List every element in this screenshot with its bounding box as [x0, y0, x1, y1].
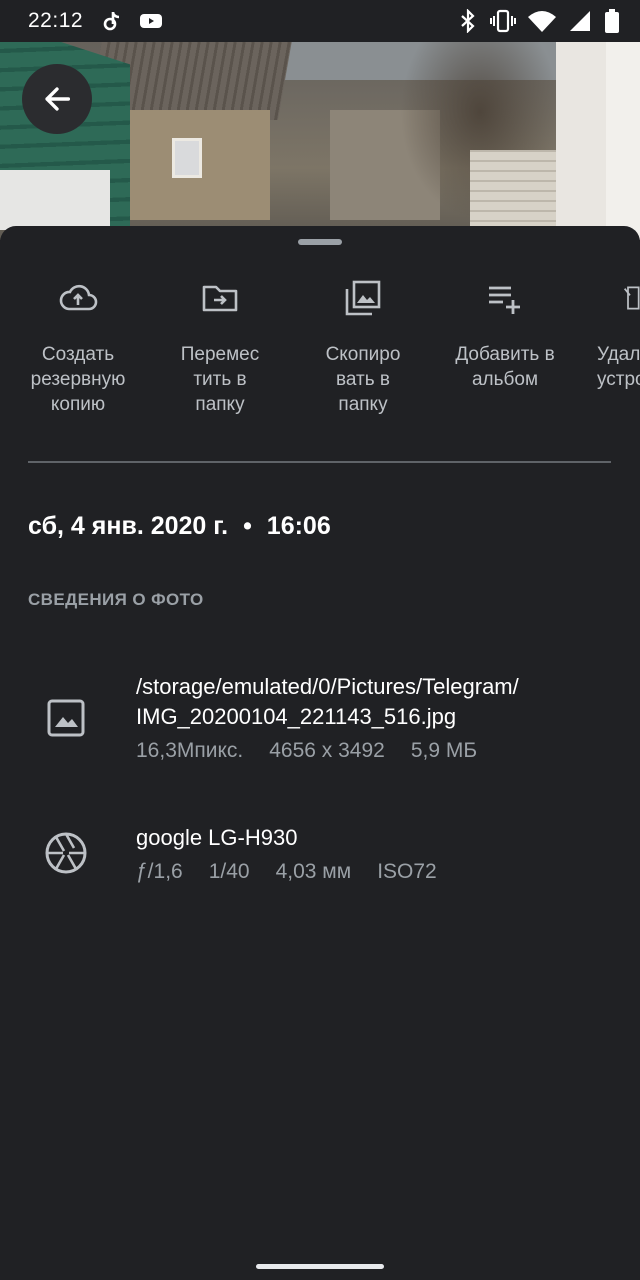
photo-details-heading: СВЕДЕНИЯ О ФОТО: [28, 590, 204, 609]
file-size: 5,9 МБ: [410, 739, 478, 762]
divider: [28, 461, 611, 463]
gesture-nav-bar[interactable]: [256, 1264, 384, 1269]
playlist-add-icon: [489, 286, 520, 314]
tiktok-icon: [103, 11, 120, 31]
copy-to-folder-button[interactable]: Скопиро вать в папку: [298, 266, 428, 417]
add-to-album-button[interactable]: Добавить в альбом: [440, 266, 570, 392]
bluetooth-icon: [461, 9, 475, 33]
cloud-upload-icon: [59, 284, 98, 311]
arrow-back-icon: [45, 87, 71, 111]
actions-row: Создать резервную копию Перемес тить в п…: [0, 266, 640, 436]
move-to-folder-button[interactable]: Перемес тить в папку: [155, 266, 285, 417]
backup-label: Создать резервную копию: [30, 344, 126, 415]
photo-copy-icon: [345, 280, 381, 316]
album-label: Добавить в альбом: [455, 344, 555, 390]
copy-label: Скопиро вать в папку: [325, 344, 401, 415]
camera-aperture: ƒ/1,6: [136, 860, 183, 883]
photo-time: 16:06: [266, 512, 331, 540]
photo-datetime: сб, 4 янв. 2020 г. • 16:06: [28, 512, 331, 541]
camera-shutter: 1/40: [208, 860, 250, 883]
status-time: 22:12: [28, 9, 84, 32]
camera-info-row[interactable]: google LG-H930 ƒ/1,6 1/40 4,03 мм ISO72: [0, 823, 640, 893]
image-icon: [47, 699, 85, 737]
vibrate-icon: [490, 9, 516, 33]
battery-icon: [605, 9, 619, 33]
camera-focal-length: 4,03 мм: [275, 860, 352, 883]
datetime-separator: •: [243, 512, 252, 540]
photo-date: сб, 4 янв. 2020 г.: [28, 512, 229, 540]
backup-button[interactable]: Создать резервную копию: [13, 266, 143, 417]
move-label: Перемес тить в папку: [180, 344, 260, 415]
camera-iso: ISO72: [377, 860, 437, 883]
file-path: /storage/emulated/0/Pictures/Telegram/: [136, 674, 519, 699]
phone-delete-icon: [624, 286, 640, 310]
youtube-icon: [140, 14, 163, 28]
file-megapixels: 16,3Мпикс.: [136, 739, 244, 762]
folder-move-icon: [202, 285, 238, 312]
info-sheet: Создать резервную копию Перемес тить в п…: [0, 226, 640, 1280]
camera-model: google LG-H930: [136, 825, 298, 850]
aperture-icon: [45, 832, 87, 874]
file-name: IMG_20200104_221143_516.jpg: [136, 704, 457, 729]
status-bar: 22:12: [0, 0, 640, 42]
drag-handle[interactable]: [298, 239, 342, 245]
file-info-row[interactable]: /storage/emulated/0/Pictures/Telegram/ I…: [0, 672, 640, 772]
signal-icon: [570, 11, 590, 31]
delete-label: Удал устро: [597, 344, 640, 390]
wifi-icon: [528, 11, 556, 32]
file-resolution: 4656 x 3492: [269, 739, 385, 762]
back-button[interactable]: [22, 64, 92, 134]
delete-from-device-button[interactable]: Удал устро: [578, 266, 640, 392]
